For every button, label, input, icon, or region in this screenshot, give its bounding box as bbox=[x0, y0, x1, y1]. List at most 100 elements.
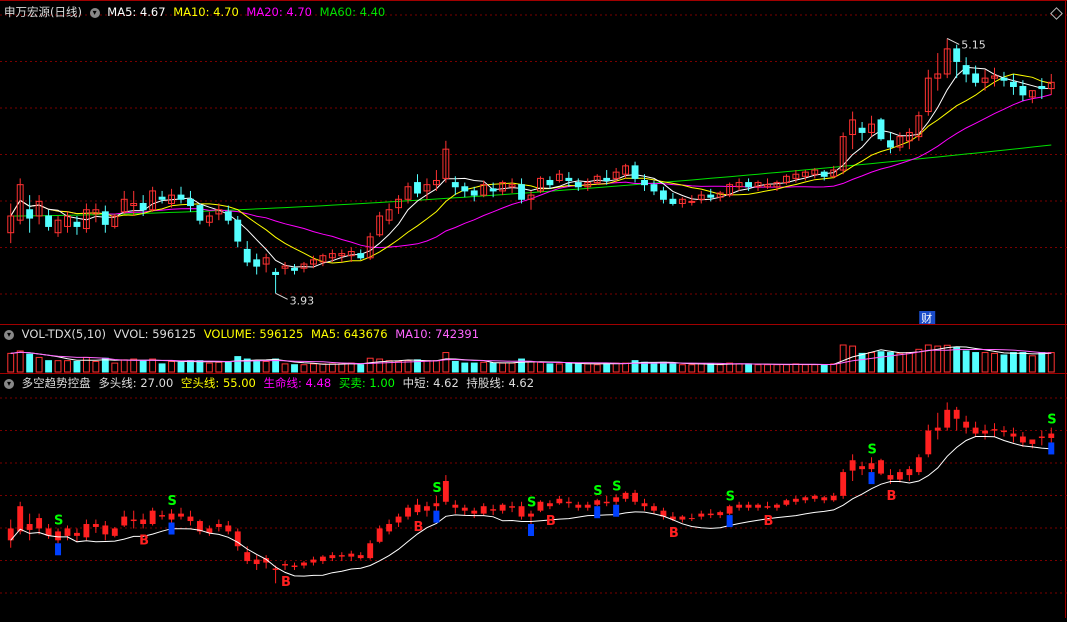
candle-body bbox=[291, 267, 298, 271]
candle-body bbox=[707, 194, 715, 198]
volume-bar bbox=[253, 360, 261, 373]
volume-bar bbox=[54, 360, 62, 373]
volume-bar bbox=[754, 364, 762, 373]
volume-bar bbox=[461, 362, 469, 373]
volume-bar bbox=[328, 363, 336, 373]
volume-bar bbox=[537, 361, 544, 373]
buy-signal: B bbox=[669, 526, 679, 541]
volume-bar bbox=[896, 352, 904, 373]
indicator-bar bbox=[310, 559, 317, 563]
volume-bar bbox=[603, 362, 611, 373]
indicator-bar bbox=[840, 472, 847, 496]
candle-body bbox=[962, 65, 970, 75]
indicator-bar bbox=[849, 460, 856, 471]
indicator-bar bbox=[925, 430, 932, 455]
indicator-bar bbox=[613, 497, 620, 502]
volume-bar bbox=[234, 356, 242, 373]
volume-bar bbox=[669, 363, 677, 373]
sell-signal: S bbox=[612, 479, 621, 494]
candle-body bbox=[139, 202, 147, 211]
volume-bar bbox=[811, 364, 819, 373]
indicator-bar bbox=[915, 457, 922, 473]
indicator-bar bbox=[632, 492, 638, 502]
indicator-bar bbox=[783, 500, 790, 505]
candle-body bbox=[451, 182, 459, 188]
candle-body bbox=[272, 271, 280, 275]
candle-body bbox=[858, 127, 866, 133]
indicator-bar bbox=[301, 562, 307, 566]
indicator-bar bbox=[565, 501, 572, 504]
indicator-bar bbox=[480, 506, 487, 514]
candle-body bbox=[357, 253, 365, 259]
volume-bar bbox=[697, 363, 705, 373]
candle-body bbox=[414, 182, 421, 194]
sell-signal-bar bbox=[528, 524, 534, 536]
indicator-bar bbox=[395, 516, 402, 523]
candle-body bbox=[574, 182, 582, 188]
volume-bar bbox=[366, 357, 374, 373]
indicator-bar bbox=[253, 559, 260, 565]
candle-body bbox=[234, 219, 242, 242]
volume-bar bbox=[26, 353, 34, 373]
indicator-bar bbox=[982, 430, 988, 434]
volume-bar bbox=[962, 350, 970, 373]
indicator-bar bbox=[159, 515, 166, 517]
sell-signal-bar bbox=[433, 510, 440, 523]
volume-bar bbox=[565, 362, 573, 373]
volume-bar bbox=[839, 344, 847, 373]
buy-signal: B bbox=[139, 533, 149, 548]
indicator-bar bbox=[405, 507, 411, 517]
volume-bar bbox=[177, 361, 185, 373]
volume-bar bbox=[130, 358, 138, 373]
volume-bar bbox=[972, 352, 980, 373]
volume-bar bbox=[527, 360, 535, 373]
indicator-bar bbox=[319, 556, 326, 562]
indicator-bar bbox=[348, 553, 355, 557]
ma5-readout: MA5: 4.67 bbox=[107, 5, 166, 19]
volume-bar bbox=[612, 362, 620, 373]
lower-panel-header: ▾ 多空趋势控盘 多头线: 27.00 空头线: 55.00 生命线: 4.48… bbox=[4, 375, 538, 391]
volume-bar bbox=[139, 360, 147, 373]
stock-title: 申万宏源(日线) bbox=[4, 5, 82, 19]
volume-bar bbox=[196, 360, 204, 373]
volume-bar bbox=[215, 361, 223, 373]
volume-bar bbox=[858, 352, 866, 373]
indicator-bar bbox=[168, 513, 175, 520]
volume-bar bbox=[470, 362, 478, 373]
indicator-bar bbox=[868, 463, 875, 470]
sell-signal-bar bbox=[55, 543, 62, 556]
hold-line-readout: 持股线: 4.62 bbox=[466, 376, 535, 390]
bear-line-readout: 空头线: 55.00 bbox=[180, 376, 256, 390]
volume-bar bbox=[347, 362, 355, 373]
bull-line-readout: 多头线: 27.00 bbox=[98, 376, 174, 390]
sell-signal: S bbox=[168, 494, 177, 509]
indicator-bar bbox=[991, 429, 998, 431]
volume-bar bbox=[849, 345, 857, 373]
indicator-bar bbox=[1010, 433, 1017, 437]
volume-bar bbox=[120, 359, 128, 373]
indicator-bar bbox=[556, 498, 563, 504]
volume-bar bbox=[357, 364, 365, 373]
ma10-line bbox=[10, 73, 1052, 264]
volume-bar bbox=[877, 351, 885, 373]
volume-bar bbox=[1028, 355, 1036, 373]
volume-bar bbox=[310, 363, 317, 373]
indicator-bar bbox=[490, 509, 497, 511]
volume-bar bbox=[801, 364, 809, 373]
indicator-bar bbox=[963, 421, 970, 428]
candle-body bbox=[650, 184, 658, 192]
indicator-bar bbox=[17, 506, 24, 532]
sell-signal: S bbox=[54, 513, 63, 528]
volume-bar bbox=[773, 364, 781, 373]
indicator-bar bbox=[83, 524, 90, 538]
chart-canvas[interactable]: 5.153.93财BBB BBBBSSSSS SSSS bbox=[0, 0, 1067, 618]
chevron-down-icon[interactable]: ▾ bbox=[4, 329, 14, 340]
candle-body bbox=[1000, 77, 1008, 81]
chevron-down-icon[interactable]: ▾ bbox=[89, 7, 100, 18]
chart-window[interactable]: 5.15 3.93 财 B B B B B B B S S S S S S S S S bbox=[0, 0, 1067, 618]
chevron-down-icon[interactable]: ▾ bbox=[4, 378, 14, 389]
indicator-bar bbox=[187, 516, 194, 522]
sell-signal: S bbox=[1047, 413, 1056, 428]
volume-bar bbox=[149, 358, 157, 373]
indicator-bar bbox=[55, 531, 61, 541]
